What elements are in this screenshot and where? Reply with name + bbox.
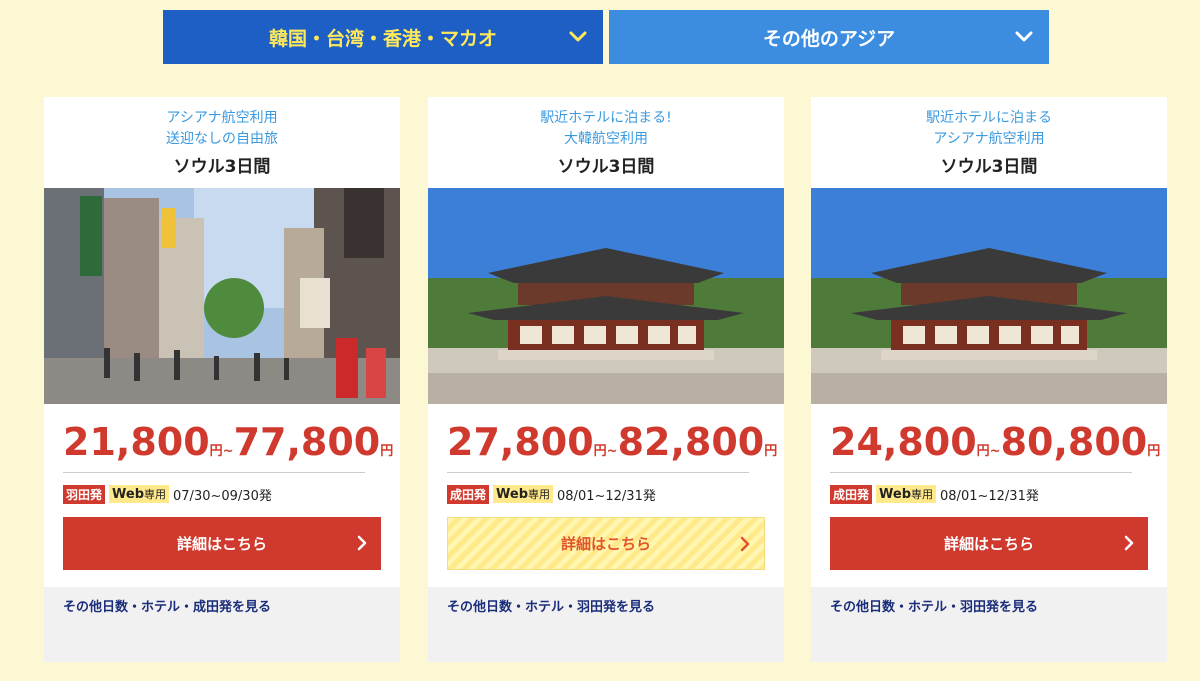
web-label: Web xyxy=(496,487,529,502)
departure-badge: 成田発 xyxy=(447,484,490,504)
tab-other-asia[interactable]: その他のアジア xyxy=(609,10,1049,64)
details-button-label: 詳細はこちら xyxy=(943,535,1034,553)
subtitle-line: 駅近ホテルに泊まる! xyxy=(540,110,672,126)
tab-korea-taiwan-hongkong-macau[interactable]: 韓国・台湾・香港・マカオ xyxy=(163,10,603,64)
price-unit: 円 xyxy=(764,444,778,459)
seoul-palace-photo[interactable] xyxy=(428,188,784,404)
departure-badge: 成田発 xyxy=(830,484,873,504)
card-footer: その他日数・ホテル・成田発を見る xyxy=(44,587,400,662)
details-button[interactable]: 詳細はこちら xyxy=(447,517,765,570)
web-label: Web xyxy=(879,487,912,502)
subtitle-line: 送迎なしの自由旅 xyxy=(166,131,278,147)
price-from: 21,800 xyxy=(63,420,210,464)
chevron-right-icon xyxy=(738,536,752,552)
details-button[interactable]: 詳細はこちら xyxy=(63,517,381,570)
tour-subtitle: アシアナ航空利用 送迎なしの自由旅 xyxy=(44,108,400,150)
tab-label: 韓国・台湾・香港・マカオ xyxy=(268,27,497,50)
web-only-badge: Web専用 xyxy=(493,485,554,503)
divider xyxy=(447,472,749,473)
divider xyxy=(63,472,365,473)
price-unit: 円 xyxy=(593,444,607,459)
tab-label: その他のアジア xyxy=(762,27,896,50)
price-range: 21,800円~77,800円 xyxy=(63,420,393,464)
travel-period: 08/01~12/31発 xyxy=(940,488,1039,504)
details-button[interactable]: 詳細はこちら xyxy=(830,517,1148,570)
price-range: 27,800円~82,800円 xyxy=(447,420,777,464)
web-only-label: 専用 xyxy=(144,488,167,501)
details-button-label: 詳細はこちら xyxy=(560,535,651,553)
chevron-down-icon xyxy=(567,26,589,48)
tour-title: ソウル3日間 xyxy=(173,157,271,177)
subtitle-line: アシアナ航空利用 xyxy=(933,131,1045,147)
chevron-right-icon xyxy=(355,535,369,551)
web-only-badge: Web専用 xyxy=(109,485,170,503)
seoul-palace-photo[interactable] xyxy=(811,188,1167,404)
price-unit: 円 xyxy=(380,444,394,459)
region-tabs: 韓国・台湾・香港・マカオ その他のアジア xyxy=(163,10,1049,64)
price-separator: ~ xyxy=(989,444,1001,459)
price-unit: 円 xyxy=(209,444,223,459)
divider xyxy=(830,472,1132,473)
tour-meta: 成田発 Web専用 08/01~12/31発 xyxy=(447,484,767,504)
price-separator: ~ xyxy=(222,444,234,459)
tour-card: 駅近ホテルに泊まる アシアナ航空利用 ソウル3日間 24,800円~80,800… xyxy=(811,97,1167,662)
card-footer: その他日数・ホテル・羽田発を見る xyxy=(428,587,784,662)
price-range: 24,800円~80,800円 xyxy=(830,420,1160,464)
price-separator: ~ xyxy=(606,444,618,459)
tour-title: ソウル3日間 xyxy=(940,157,1038,177)
seoul-street-photo[interactable] xyxy=(44,188,400,404)
travel-period: 07/30~09/30発 xyxy=(173,488,272,504)
tour-subtitle: 駅近ホテルに泊まる! 大韓航空利用 xyxy=(428,108,784,150)
subtitle-line: アシアナ航空利用 xyxy=(166,110,278,126)
tour-meta: 成田発 Web専用 08/01~12/31発 xyxy=(830,484,1150,504)
price-from: 27,800 xyxy=(447,420,594,464)
more-options-link[interactable]: その他日数・ホテル・成田発を見る xyxy=(63,596,271,615)
departure-badge: 羽田発 xyxy=(63,484,106,504)
price-to: 77,800 xyxy=(233,420,381,464)
price-from: 24,800 xyxy=(830,420,977,464)
more-options-link[interactable]: その他日数・ホテル・羽田発を見る xyxy=(830,596,1038,615)
subtitle-line: 大韓航空利用 xyxy=(564,131,648,147)
tour-card: アシアナ航空利用 送迎なしの自由旅 ソウル3日間 21,800円~77,800円… xyxy=(44,97,400,662)
price-unit: 円 xyxy=(1147,444,1161,459)
card-footer: その他日数・ホテル・羽田発を見る xyxy=(811,587,1167,662)
web-only-badge: Web専用 xyxy=(876,485,937,503)
tour-subtitle: 駅近ホテルに泊まる アシアナ航空利用 xyxy=(811,108,1167,150)
web-label: Web xyxy=(112,487,145,502)
subtitle-line: 駅近ホテルに泊まる xyxy=(926,110,1052,126)
web-only-label: 専用 xyxy=(911,488,934,501)
tour-meta: 羽田発 Web専用 07/30~09/30発 xyxy=(63,484,383,504)
price-to: 80,800 xyxy=(1000,420,1148,464)
tour-card: 駅近ホテルに泊まる! 大韓航空利用 ソウル3日間 27,800円~82,800円… xyxy=(428,97,784,662)
travel-period: 08/01~12/31発 xyxy=(557,488,656,504)
tour-title: ソウル3日間 xyxy=(557,157,655,177)
web-only-label: 専用 xyxy=(528,488,551,501)
price-unit: 円 xyxy=(976,444,990,459)
chevron-down-icon xyxy=(1013,26,1035,48)
price-to: 82,800 xyxy=(617,420,765,464)
chevron-right-icon xyxy=(1122,535,1136,551)
more-options-link[interactable]: その他日数・ホテル・羽田発を見る xyxy=(447,596,655,615)
details-button-label: 詳細はこちら xyxy=(176,535,267,553)
